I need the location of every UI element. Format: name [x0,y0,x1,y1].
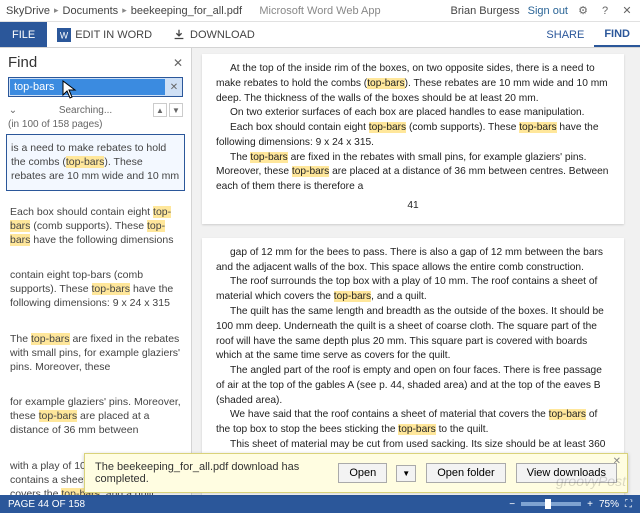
share-tab[interactable]: SHARE [536,22,594,47]
status-bar: PAGE 44 OF 158 − + 75% ⛶ [0,495,640,513]
chevron-right-icon: ▸ [54,5,59,16]
breadcrumb-folder[interactable]: Documents [63,5,119,17]
help-icon[interactable]: ? [598,4,612,18]
edit-in-word-label: EDIT IN WORD [75,29,152,41]
download-label: DOWNLOAD [190,29,255,41]
download-icon [172,28,186,42]
file-tab[interactable]: FILE [0,22,47,47]
find-tab[interactable]: FIND [594,22,640,47]
search-options-icon[interactable]: ⌄ [8,105,18,116]
titlebar: SkyDrive ▸ Documents ▸ beekeeping_for_al… [0,0,640,22]
fullscreen-icon[interactable]: ⛶ [625,499,632,510]
download-notification: ✕ The beekeeping_for_all.pdf download ha… [84,453,628,493]
prev-result-icon[interactable]: ▲ [153,103,167,117]
zoom-out-icon[interactable]: − [509,499,515,510]
breadcrumb-root[interactable]: SkyDrive [6,5,50,17]
search-input[interactable] [10,79,165,95]
chevron-right-icon: ▸ [122,5,127,16]
settings-icon[interactable]: ⚙ [576,4,590,18]
result-count: (in 100 of 158 pages) [8,119,183,130]
search-box[interactable]: ✕ [8,77,183,97]
close-icon[interactable]: ✕ [620,4,634,18]
zoom-level: 75% [599,499,619,510]
open-dropdown-icon[interactable]: ▼ [396,465,416,482]
open-file-button[interactable]: Open [338,463,387,483]
ribbon: FILE W EDIT IN WORD DOWNLOAD SHARE FIND [0,22,640,48]
find-panel: Find ✕ ✕ ⌄ Searching... ▲ ▼ (in 100 of 1… [0,48,192,495]
svg-text:W: W [60,30,69,40]
page-status[interactable]: PAGE 44 OF 158 [8,499,85,510]
search-result[interactable]: The top-bars are fixed in the rebates wi… [6,326,185,382]
word-icon: W [57,28,71,42]
app-title: Microsoft Word Web App [259,5,380,17]
edit-in-word-button[interactable]: W EDIT IN WORD [47,22,162,47]
download-message: The beekeeping_for_all.pdf download has … [95,461,328,485]
clear-search-icon[interactable]: ✕ [166,82,182,93]
zoom-in-icon[interactable]: + [587,499,593,510]
search-result[interactable]: for example glaziers' pins. Moreover, th… [6,389,185,445]
results-list[interactable]: is a need to make rebates to hold the co… [0,134,191,495]
breadcrumb-file[interactable]: beekeeping_for_all.pdf [131,5,242,17]
download-button[interactable]: DOWNLOAD [162,22,265,47]
document-page: At the top of the inside rim of the boxe… [202,54,624,224]
zoom-slider[interactable] [521,502,581,506]
close-panel-icon[interactable]: ✕ [173,56,183,70]
search-result[interactable]: is a need to make rebates to hold the co… [6,134,185,191]
search-result[interactable]: Each box should contain eight top-bars (… [6,199,185,255]
open-folder-button[interactable]: Open folder [426,463,505,483]
close-notification-icon[interactable]: ✕ [613,456,621,467]
user-name: Brian Burgess [451,5,520,17]
search-result[interactable]: contain eight top-bars (comb supports). … [6,262,185,318]
search-status: Searching... [59,105,112,116]
next-result-icon[interactable]: ▼ [169,103,183,117]
signout-link[interactable]: Sign out [528,5,568,17]
find-title: Find [8,54,37,71]
document-viewport[interactable]: At the top of the inside rim of the boxe… [192,48,640,495]
view-downloads-button[interactable]: View downloads [516,463,617,483]
